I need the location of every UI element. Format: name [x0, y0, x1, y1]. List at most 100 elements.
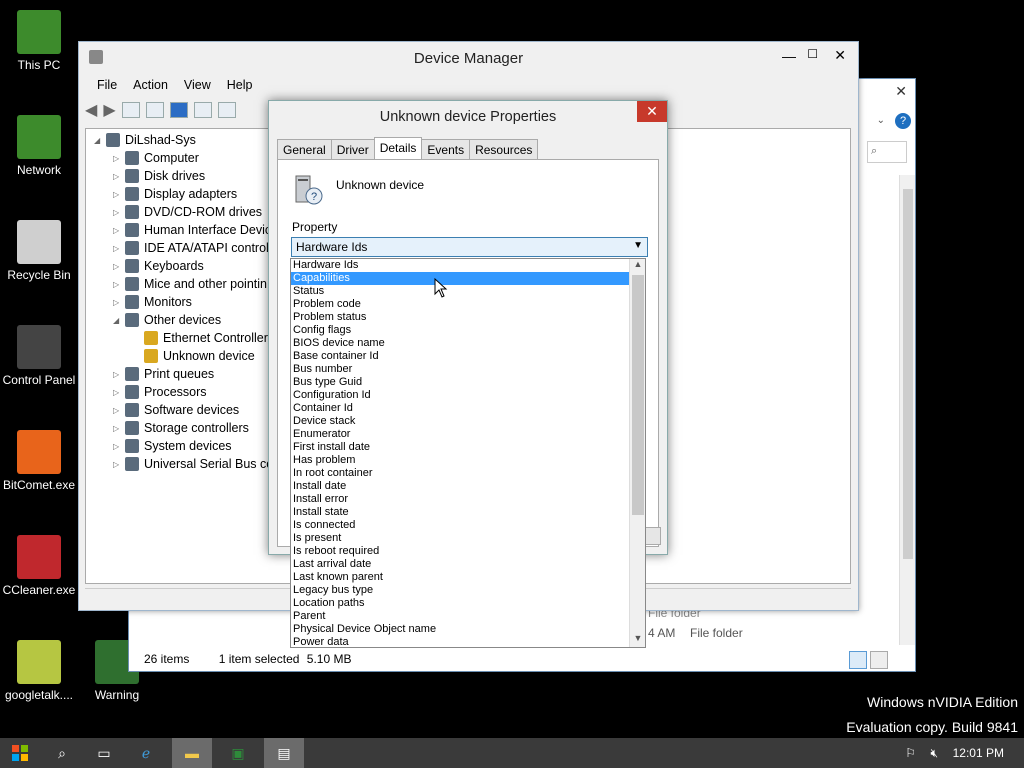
- property-option[interactable]: Problem status: [291, 311, 629, 324]
- property-option[interactable]: Power data: [291, 636, 629, 647]
- tree-expander-icon[interactable]: ▷: [113, 370, 125, 379]
- property-option[interactable]: Last known parent: [291, 571, 629, 584]
- tree-expander-icon[interactable]: ▷: [113, 208, 125, 217]
- property-options-list[interactable]: Hardware Ids Capabilities Status Problem co…: [290, 258, 646, 648]
- explorer-search-box[interactable]: ⌕: [867, 141, 907, 163]
- property-option[interactable]: Bus type Guid: [291, 376, 629, 389]
- desktop-icon-4[interactable]: BitComet.exe: [0, 430, 78, 492]
- tree-expander-icon[interactable]: ◢: [94, 136, 106, 145]
- property-option[interactable]: Container Id: [291, 402, 629, 415]
- tree-item[interactable]: ◢ DiLshad-Sys: [94, 131, 196, 149]
- tree-expander-icon[interactable]: ▷: [113, 442, 125, 451]
- explorer-close-icon[interactable]: ✕: [895, 83, 907, 100]
- scroll-down-icon[interactable]: ▼: [630, 633, 645, 647]
- internet-explorer-button[interactable]: ℯ: [126, 738, 166, 768]
- tree-item[interactable]: ▷ IDE ATA/ATAPI control: [113, 239, 269, 257]
- update-driver-icon[interactable]: [145, 102, 164, 118]
- view-buttons[interactable]: [849, 651, 893, 671]
- options-scrollbar[interactable]: ▲ ▼: [629, 259, 645, 647]
- properties-toolbar-icon[interactable]: [121, 102, 140, 118]
- property-dropdown[interactable]: Hardware Ids ▼: [291, 237, 648, 257]
- tab-resources[interactable]: Resources: [469, 139, 539, 159]
- tab-details[interactable]: Details: [373, 137, 423, 159]
- property-option[interactable]: Capabilities: [291, 272, 629, 285]
- tree-item[interactable]: ▷ Mice and other pointin: [113, 275, 267, 293]
- chevron-down-icon[interactable]: ▼: [633, 240, 643, 251]
- details-view-icon[interactable]: [849, 651, 867, 669]
- property-option[interactable]: Is reboot required: [291, 545, 629, 558]
- network-tray-icon[interactable]: ⚐: [905, 746, 916, 760]
- property-option[interactable]: Parent: [291, 610, 629, 623]
- tree-expander-icon[interactable]: ▷: [113, 406, 125, 415]
- tiles-view-icon[interactable]: [870, 651, 889, 669]
- property-option[interactable]: Bus number: [291, 363, 629, 376]
- tree-item[interactable]: ▷ Disk drives: [113, 167, 205, 185]
- explorer-scrollbar[interactable]: [899, 175, 915, 645]
- tree-item[interactable]: ▷ Keyboards: [113, 257, 204, 275]
- tree-expander-icon[interactable]: ▷: [113, 280, 125, 289]
- property-option[interactable]: Base container Id: [291, 350, 629, 363]
- tree-item[interactable]: ▷ Processors: [113, 383, 207, 401]
- property-option[interactable]: Hardware Ids: [291, 259, 629, 272]
- task-view-button[interactable]: ▭: [84, 738, 124, 768]
- property-option[interactable]: Device stack: [291, 415, 629, 428]
- property-option[interactable]: Install state: [291, 506, 629, 519]
- tree-item[interactable]: ▷ Universal Serial Bus cor: [113, 455, 277, 473]
- property-option[interactable]: Is present: [291, 532, 629, 545]
- tree-item[interactable]: ▷ Computer: [113, 149, 199, 167]
- help-toolbar-icon[interactable]: [169, 102, 188, 118]
- tree-expander-icon[interactable]: ▷: [113, 424, 125, 433]
- tree-item[interactable]: ▷ System devices: [113, 437, 232, 455]
- desktop-icon-5[interactable]: CCleaner.exe: [0, 535, 78, 597]
- desktop-icon-0[interactable]: This PC: [0, 10, 78, 72]
- scroll-up-icon[interactable]: ▲: [630, 259, 645, 273]
- tree-expander-icon[interactable]: ▷: [113, 244, 125, 253]
- tree-item[interactable]: ▷ Display adapters: [113, 185, 237, 203]
- tree-expander-icon[interactable]: ▷: [113, 190, 125, 199]
- tree-expander-icon[interactable]: ▷: [113, 298, 125, 307]
- tree-item[interactable]: ▷ Print queues: [113, 365, 214, 383]
- tree-item[interactable]: ▷ Monitors: [113, 293, 192, 311]
- tree-item[interactable]: ▷ Storage controllers: [113, 419, 249, 437]
- search-button[interactable]: ⌕: [42, 738, 82, 768]
- property-option[interactable]: Last arrival date: [291, 558, 629, 571]
- device-manager-taskbar-button[interactable]: ▤: [264, 738, 304, 768]
- tree-item[interactable]: ▷ Software devices: [113, 401, 239, 419]
- dialog-close-button[interactable]: ✕: [637, 101, 667, 122]
- tree-expander-icon[interactable]: ▷: [113, 154, 125, 163]
- desktop-icon-2[interactable]: Recycle Bin: [0, 220, 78, 282]
- property-option[interactable]: In root container: [291, 467, 629, 480]
- back-arrow-icon[interactable]: ◀: [85, 100, 97, 120]
- tab-general[interactable]: General: [277, 139, 332, 159]
- tab-events[interactable]: Events: [421, 139, 471, 159]
- store-button[interactable]: ▣: [218, 738, 258, 768]
- property-option[interactable]: Status: [291, 285, 629, 298]
- desktop-icon-1[interactable]: Network: [0, 115, 78, 177]
- minimize-icon[interactable]: —: [782, 48, 796, 64]
- menu-view[interactable]: View: [176, 78, 219, 92]
- menu-action[interactable]: Action: [125, 78, 176, 92]
- tree-item[interactable]: ▷ DVD/CD-ROM drives: [113, 203, 262, 221]
- property-option[interactable]: Physical Device Object name: [291, 623, 629, 636]
- property-option[interactable]: Config flags: [291, 324, 629, 337]
- scroll-thumb[interactable]: [632, 275, 644, 515]
- scan-hardware-icon[interactable]: [217, 102, 236, 118]
- forward-arrow-icon[interactable]: ▶: [103, 100, 115, 120]
- volume-muted-icon[interactable]: 🔇︎: [930, 746, 938, 761]
- property-option[interactable]: BIOS device name: [291, 337, 629, 350]
- property-option[interactable]: Has problem: [291, 454, 629, 467]
- desktop-icon-6[interactable]: googletalk....: [0, 640, 78, 702]
- tree-expander-icon[interactable]: ▷: [113, 388, 125, 397]
- tab-driver[interactable]: Driver: [330, 139, 375, 159]
- close-icon[interactable]: ✕: [834, 47, 846, 64]
- taskbar-clock[interactable]: 12:01 PM: [953, 746, 1004, 760]
- property-option[interactable]: Problem code: [291, 298, 629, 311]
- property-option[interactable]: First install date: [291, 441, 629, 454]
- tree-expander-icon[interactable]: ◢: [113, 316, 125, 325]
- tree-item[interactable]: ◢ Other devices: [113, 311, 221, 329]
- menu-help[interactable]: Help: [219, 78, 261, 92]
- file-explorer-button[interactable]: ▬: [172, 738, 212, 768]
- desktop-icon-3[interactable]: Control Panel: [0, 325, 78, 387]
- menu-file[interactable]: File: [89, 78, 125, 92]
- tree-expander-icon[interactable]: ▷: [113, 262, 125, 271]
